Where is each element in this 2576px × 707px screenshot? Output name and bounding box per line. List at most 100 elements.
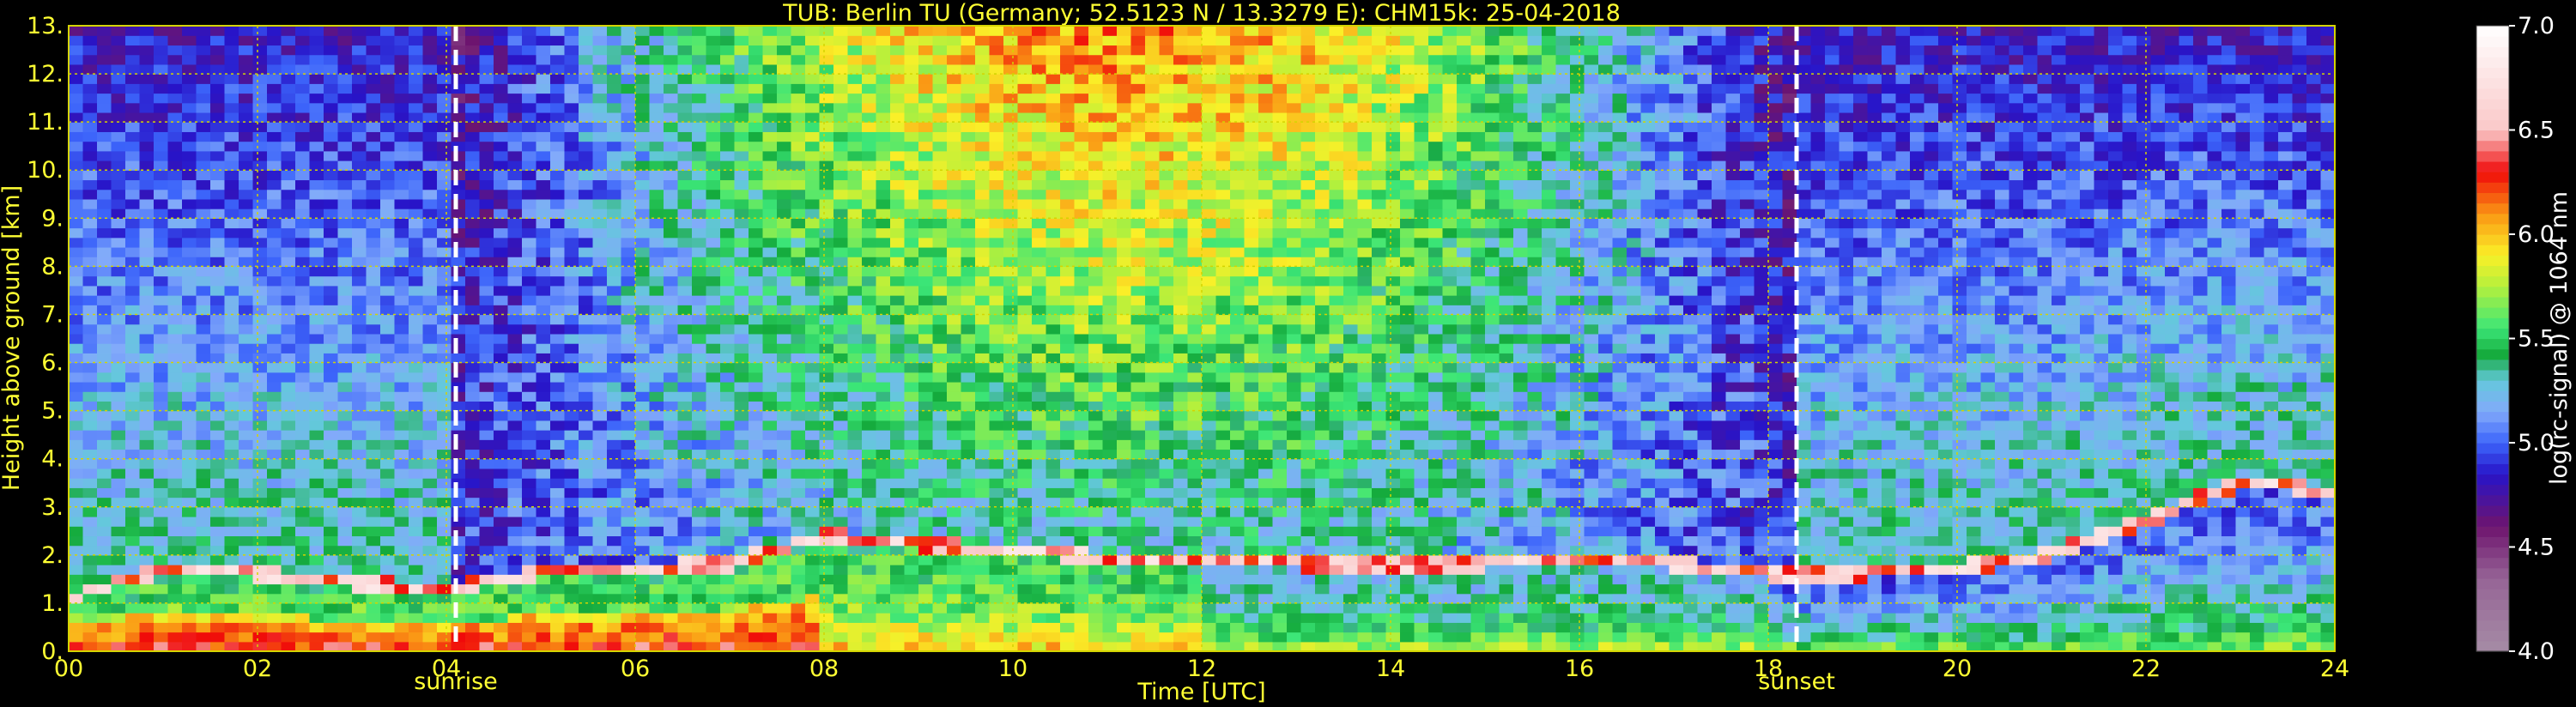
heatmap-cell	[295, 430, 311, 440]
heatmap-cell	[706, 401, 721, 412]
heatmap-cell	[918, 497, 934, 508]
heatmap-cell	[805, 506, 821, 517]
heatmap-cell	[734, 237, 749, 248]
heatmap-cell	[862, 160, 877, 171]
heatmap-cell	[692, 35, 707, 46]
heatmap-cell	[592, 593, 608, 604]
heatmap-cell	[111, 102, 126, 113]
heatmap-cell	[564, 227, 579, 239]
heatmap-cell	[904, 314, 919, 325]
heatmap-cell	[720, 449, 736, 460]
heatmap-cell	[182, 353, 197, 364]
heatmap-cell	[947, 574, 962, 585]
heatmap-cell	[592, 545, 608, 556]
heatmap-cell	[607, 26, 622, 36]
heatmap-cell	[607, 487, 622, 499]
heatmap-cell	[734, 545, 749, 556]
heatmap-cell	[1032, 362, 1047, 373]
heatmap-cell	[366, 574, 381, 585]
heatmap-cell	[1130, 362, 1146, 373]
heatmap-cell	[805, 391, 821, 402]
heatmap-cell	[451, 63, 466, 75]
heatmap-cell	[961, 198, 976, 209]
heatmap-cell	[1145, 430, 1161, 440]
heatmap-cell	[961, 478, 976, 488]
heatmap-cell	[833, 131, 849, 142]
heatmap-cell	[1145, 333, 1161, 344]
heatmap-cell	[847, 381, 863, 392]
heatmap-cell	[154, 410, 169, 421]
heatmap-cell	[833, 641, 849, 651]
heatmap-cell	[97, 122, 112, 132]
heatmap-cell	[989, 535, 1004, 547]
heatmap-cell	[805, 381, 821, 392]
heatmap-cell	[819, 227, 834, 239]
heatmap-cell	[706, 353, 721, 364]
heatmap-cell	[833, 54, 849, 65]
heatmap-cell	[1130, 420, 1146, 431]
heatmap-cell	[592, 565, 608, 575]
heatmap-cell	[494, 526, 509, 537]
heatmap-cell	[1088, 391, 1104, 402]
heatmap-cell	[167, 275, 183, 287]
heatmap-cell	[649, 160, 664, 171]
heatmap-cell	[380, 565, 396, 575]
heatmap-cell	[734, 45, 749, 56]
heatmap-cell	[507, 35, 523, 46]
heatmap-cell	[139, 478, 155, 488]
heatmap-cell	[762, 26, 778, 36]
heatmap-cell	[890, 333, 906, 344]
heatmap-cell	[309, 622, 324, 633]
heatmap-cell	[904, 102, 919, 113]
heatmap-cell	[366, 305, 381, 316]
heatmap-cell	[380, 295, 396, 305]
heatmap-cell	[975, 179, 991, 190]
heatmap-cell	[1117, 506, 1132, 517]
heatmap-cell	[692, 198, 707, 209]
heatmap-cell	[139, 63, 155, 75]
heatmap-cell	[522, 150, 537, 161]
heatmap-cell	[1117, 93, 1132, 104]
heatmap-cell	[366, 362, 381, 373]
heatmap-cell	[692, 93, 707, 104]
heatmap-cell	[366, 208, 381, 219]
heatmap-cell	[805, 622, 821, 633]
heatmap-cell	[352, 401, 367, 412]
heatmap-cell	[592, 410, 608, 421]
heatmap-cell	[592, 208, 608, 219]
heatmap-cell	[720, 497, 736, 508]
heatmap-cell	[1003, 401, 1019, 412]
heatmap-cell	[1130, 237, 1146, 248]
heatmap-cell	[267, 141, 282, 152]
heatmap-cell	[1130, 83, 1146, 94]
heatmap-cell	[139, 208, 155, 219]
heatmap-cell	[1032, 54, 1047, 65]
heatmap-cell	[1032, 430, 1047, 440]
heatmap-cell	[111, 554, 126, 565]
heatmap-cell	[876, 54, 891, 65]
heatmap-cell	[394, 554, 409, 565]
heatmap-cell	[1046, 430, 1061, 440]
heatmap-cell	[677, 208, 693, 219]
heatmap-cell	[550, 275, 566, 287]
heatmap-cell	[961, 506, 976, 517]
heatmap-cell	[267, 545, 282, 556]
heatmap-cell	[1102, 74, 1118, 84]
heatmap-cell	[196, 54, 211, 65]
heatmap-cell	[394, 535, 409, 547]
heatmap-cell	[252, 565, 268, 575]
heatmap-cell	[692, 160, 707, 171]
heatmap-cell	[862, 266, 877, 277]
heatmap-cell	[224, 122, 239, 132]
heatmap-cell	[833, 285, 849, 296]
heatmap-cell	[833, 545, 849, 556]
heatmap-cell	[267, 26, 282, 36]
heatmap-cell	[862, 179, 877, 190]
heatmap-cell	[961, 54, 976, 65]
heatmap-cell	[1117, 468, 1132, 479]
heatmap-cell	[989, 362, 1004, 373]
heatmap-cell	[904, 487, 919, 499]
heatmap-cell	[437, 362, 452, 373]
heatmap-cell	[762, 458, 778, 469]
heatmap-cell	[677, 574, 693, 585]
